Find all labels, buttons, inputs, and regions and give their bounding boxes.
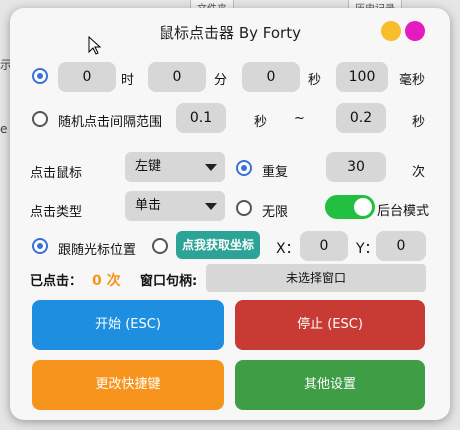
minimize-button[interactable] [381, 21, 401, 41]
other-settings-button[interactable]: 其他设置 [235, 360, 425, 410]
repeat-unit: 次 [412, 165, 426, 180]
follow-cursor-radio[interactable] [32, 238, 48, 254]
mouse-button-value: 左键 [135, 159, 162, 174]
minutes-label: 分 [214, 73, 228, 88]
fixed-coords-radio[interactable] [152, 238, 168, 254]
fixed-interval-radio[interactable] [32, 68, 48, 84]
close-button[interactable] [405, 21, 425, 41]
click-type-value: 单击 [135, 198, 162, 213]
x-input[interactable]: 0 [300, 231, 348, 261]
toggle-knob [354, 198, 372, 216]
chevron-down-icon [205, 203, 217, 210]
random-min-input[interactable]: 0.1 [176, 103, 226, 133]
window-handle-field[interactable]: 未选择窗口 [206, 264, 426, 292]
repeat-label: 重复 [262, 165, 289, 180]
random-interval-label: 随机点击间隔范围 [58, 115, 163, 130]
follow-cursor-label: 跟随光标位置 [58, 243, 137, 258]
random-max-input[interactable]: 0.2 [336, 103, 386, 133]
millis-label: 毫秒 [399, 73, 426, 88]
get-coords-button[interactable]: 点我获取坐标 [176, 231, 260, 259]
mouse-cursor-icon [88, 36, 102, 55]
y-input[interactable]: 0 [376, 231, 426, 261]
background-mode-toggle[interactable] [325, 195, 375, 219]
x-label: X： [276, 241, 300, 257]
repeat-count-input[interactable]: 30 [326, 152, 386, 182]
seconds-input[interactable]: 0 [242, 62, 300, 92]
click-type-label: 点击类型 [30, 205, 83, 220]
click-type-select[interactable]: 单击 [125, 191, 225, 221]
repeat-radio[interactable] [236, 160, 252, 176]
chevron-down-icon [205, 164, 217, 171]
mouse-button-label: 点击鼠标 [30, 166, 83, 181]
background-mode-label: 后台模式 [377, 204, 430, 219]
clicked-label: 已点击： [30, 274, 83, 289]
background-side-text-2: e [0, 122, 8, 136]
minutes-input[interactable]: 0 [148, 62, 206, 92]
random-max-unit: 秒 [412, 115, 426, 130]
stop-button[interactable]: 停止 (ESC) [235, 300, 425, 350]
random-interval-radio[interactable] [32, 111, 48, 127]
start-button[interactable]: 开始 (ESC) [32, 300, 224, 350]
clicker-window: 鼠标点击器 By Forty 0 时 0 分 0 秒 100 毫秒 随机点击间隔… [10, 8, 450, 420]
infinite-radio[interactable] [236, 200, 252, 216]
random-min-unit: 秒 [254, 115, 268, 130]
seconds-label: 秒 [308, 73, 322, 88]
window-handle-label: 窗口句柄: [140, 274, 198, 289]
clicked-count: 0 次 [92, 273, 121, 289]
infinite-label: 无限 [262, 205, 289, 220]
hours-label: 时 [121, 73, 135, 88]
random-separator: ~ [294, 111, 305, 126]
mouse-button-select[interactable]: 左键 [125, 152, 225, 182]
hours-input[interactable]: 0 [58, 62, 116, 92]
millis-input[interactable]: 100 [336, 62, 388, 92]
change-hotkey-button[interactable]: 更改快捷键 [32, 360, 224, 410]
